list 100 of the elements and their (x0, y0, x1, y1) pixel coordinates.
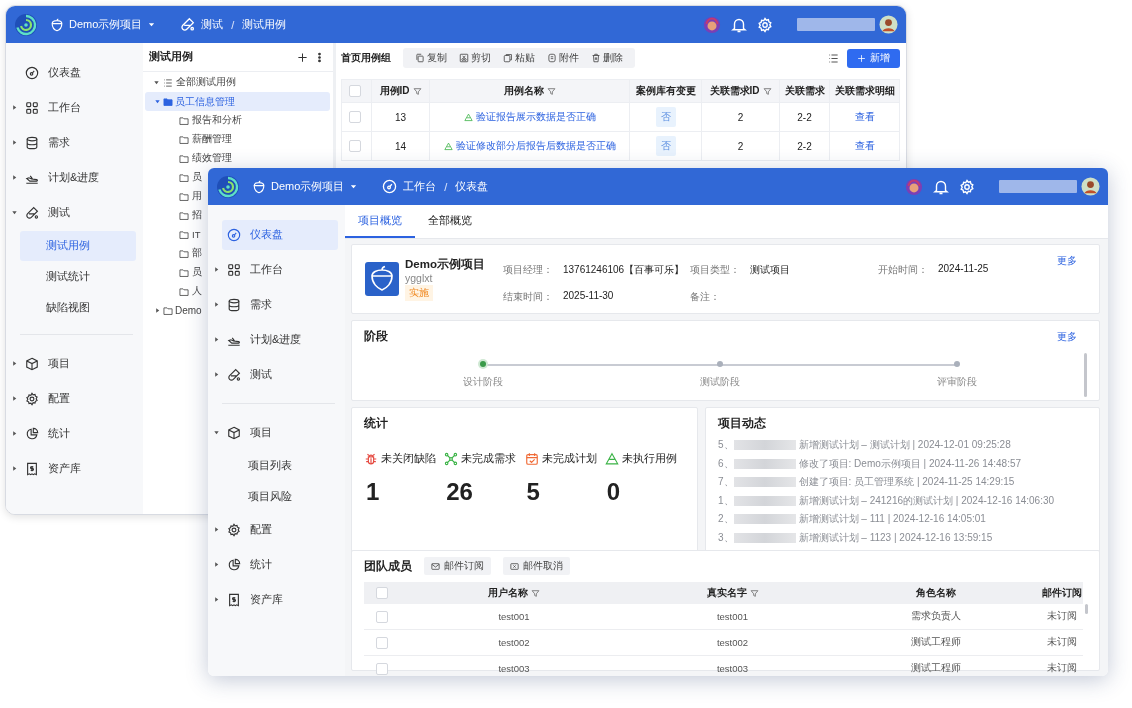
sidebar-item[interactable]: 缺陷视图 (20, 292, 136, 323)
row-checkbox[interactable] (349, 140, 361, 152)
mail-button[interactable]: 邮件取消 (503, 557, 570, 575)
caret-icon[interactable] (213, 596, 220, 603)
caret-icon[interactable] (213, 371, 220, 378)
tree-item[interactable]: 员工信息管理 (145, 92, 330, 111)
settings-icon[interactable] (959, 178, 975, 195)
caret-icon[interactable] (213, 526, 220, 533)
toolbar-button[interactable]: 删除 (585, 48, 629, 68)
breadcrumb-link[interactable]: 仪表盘 (455, 179, 489, 194)
sidebar-item[interactable]: 项目风险 (222, 481, 338, 512)
swirl-logo[interactable] (14, 12, 38, 37)
support-icon[interactable] (703, 15, 721, 34)
toolbar-button[interactable]: 粘贴 (497, 48, 541, 68)
breadcrumb-link[interactable]: 工作台 (403, 179, 437, 194)
add-button[interactable]: 新增 (847, 48, 900, 68)
more-link[interactable]: 更多 (1057, 331, 1077, 344)
column-header[interactable]: 用户名称 (394, 586, 634, 600)
project-selector[interactable]: Demo示例项目 (246, 179, 365, 194)
caret-icon[interactable] (11, 395, 18, 402)
sidebar-item[interactable]: 需求 (222, 289, 338, 320)
filter-icon[interactable] (762, 86, 772, 96)
tree-item[interactable]: Demo (175, 305, 202, 316)
sidebar-item[interactable]: 资产库 (222, 584, 338, 615)
add-icon[interactable] (297, 51, 308, 63)
sidebar-item[interactable]: 统计 (20, 418, 136, 449)
tree-item[interactable]: 报告和分析 (192, 114, 242, 127)
caret-icon[interactable] (153, 79, 160, 86)
tab[interactable]: 项目概览 (345, 205, 415, 238)
view-link[interactable]: 查看 (854, 139, 875, 153)
column-header[interactable]: 关联需求明细 (830, 80, 899, 102)
swirl-logo[interactable] (216, 174, 240, 199)
support-icon[interactable] (905, 177, 923, 196)
tree-item[interactable]: 招 (192, 209, 202, 222)
breadcrumb-link[interactable]: 测试用例 (242, 17, 287, 32)
sidebar-item[interactable]: 工作台 (20, 92, 136, 123)
caret-icon[interactable] (11, 209, 18, 216)
caret-icon[interactable] (213, 336, 220, 343)
scrollbar[interactable] (1084, 353, 1087, 397)
select-all-checkbox[interactable] (349, 85, 361, 97)
tree-item[interactable]: 用 (192, 190, 202, 203)
list-view-icon[interactable] (828, 52, 839, 64)
caret-icon[interactable] (213, 266, 220, 273)
column-header[interactable]: 用例名称 (430, 80, 630, 102)
toolbar-button[interactable]: 剪切 (453, 48, 497, 68)
sidebar-item[interactable]: 配置 (20, 383, 136, 414)
caret-icon[interactable] (213, 301, 220, 308)
sidebar-item[interactable]: 工作台 (222, 254, 338, 285)
tree-item[interactable]: 薪酬管理 (192, 133, 232, 146)
column-header[interactable]: 关联需求ID (702, 80, 780, 102)
tree-item[interactable]: IT (192, 229, 201, 240)
column-header[interactable]: 角色名称 (831, 586, 1041, 600)
more-link[interactable]: 更多 (1057, 255, 1077, 268)
row-checkbox[interactable] (376, 636, 388, 649)
sidebar-item[interactable]: 仪表盘 (222, 219, 338, 250)
sidebar-item[interactable]: 统计 (222, 549, 338, 580)
caret-icon[interactable] (213, 429, 220, 436)
tree-item[interactable]: 员 (192, 266, 202, 279)
sidebar-item[interactable]: 测试用例 (20, 230, 136, 261)
sidebar-item[interactable]: 配置 (222, 514, 338, 545)
view-link[interactable]: 查看 (854, 110, 875, 124)
caret-icon[interactable] (154, 98, 161, 105)
column-header[interactable]: 案例库有变更 (630, 80, 702, 102)
caret-icon[interactable] (11, 104, 18, 111)
tree-item[interactable]: 部 (192, 247, 202, 260)
settings-icon[interactable] (757, 16, 773, 33)
sidebar-item[interactable]: 测试 (222, 359, 338, 390)
caret-icon[interactable] (11, 174, 18, 181)
sidebar-item[interactable]: 测试 (20, 197, 136, 228)
tree-item[interactable]: 绩效管理 (192, 152, 232, 165)
tab[interactable]: 全部概览 (415, 205, 485, 238)
sidebar-item[interactable]: 项目 (222, 417, 338, 448)
caret-icon[interactable] (154, 307, 161, 314)
select-all-checkbox[interactable] (376, 587, 388, 599)
filter-icon[interactable] (546, 86, 556, 96)
scrollbar[interactable] (1085, 604, 1088, 614)
avatar[interactable] (879, 15, 898, 34)
filter-icon[interactable] (531, 588, 540, 598)
sidebar-item[interactable]: 计划&进度 (20, 162, 136, 193)
sidebar-item[interactable]: 项目 (20, 348, 136, 379)
sidebar-item[interactable]: 仪表盘 (20, 57, 136, 88)
column-header[interactable]: 邮件订阅 (1041, 586, 1083, 600)
caret-icon[interactable] (11, 430, 18, 437)
tree-item[interactable]: 员 (192, 171, 202, 184)
test-case-link[interactable]: 验证报告展示数据是否正确 (463, 110, 596, 124)
toolbar-button[interactable]: 附件 (541, 48, 585, 68)
filter-icon[interactable] (749, 588, 759, 598)
mail-button[interactable]: 邮件订阅 (424, 557, 491, 575)
column-header[interactable]: 关联需求 (780, 80, 830, 102)
test-case-link[interactable]: 验证修改部分后报告后数据是否正确 (443, 139, 616, 153)
column-header[interactable]: 用例ID (372, 80, 430, 102)
row-checkbox[interactable] (376, 662, 388, 675)
project-selector[interactable]: Demo示例项目 (44, 17, 163, 32)
sidebar-item[interactable]: 需求 (20, 127, 136, 158)
row-checkbox[interactable] (349, 111, 361, 123)
row-checkbox[interactable] (376, 610, 388, 623)
caret-icon[interactable] (11, 139, 18, 146)
sidebar-item[interactable]: 计划&进度 (222, 324, 338, 355)
sidebar-item[interactable]: 资产库 (20, 453, 136, 484)
caret-icon[interactable] (213, 561, 220, 568)
